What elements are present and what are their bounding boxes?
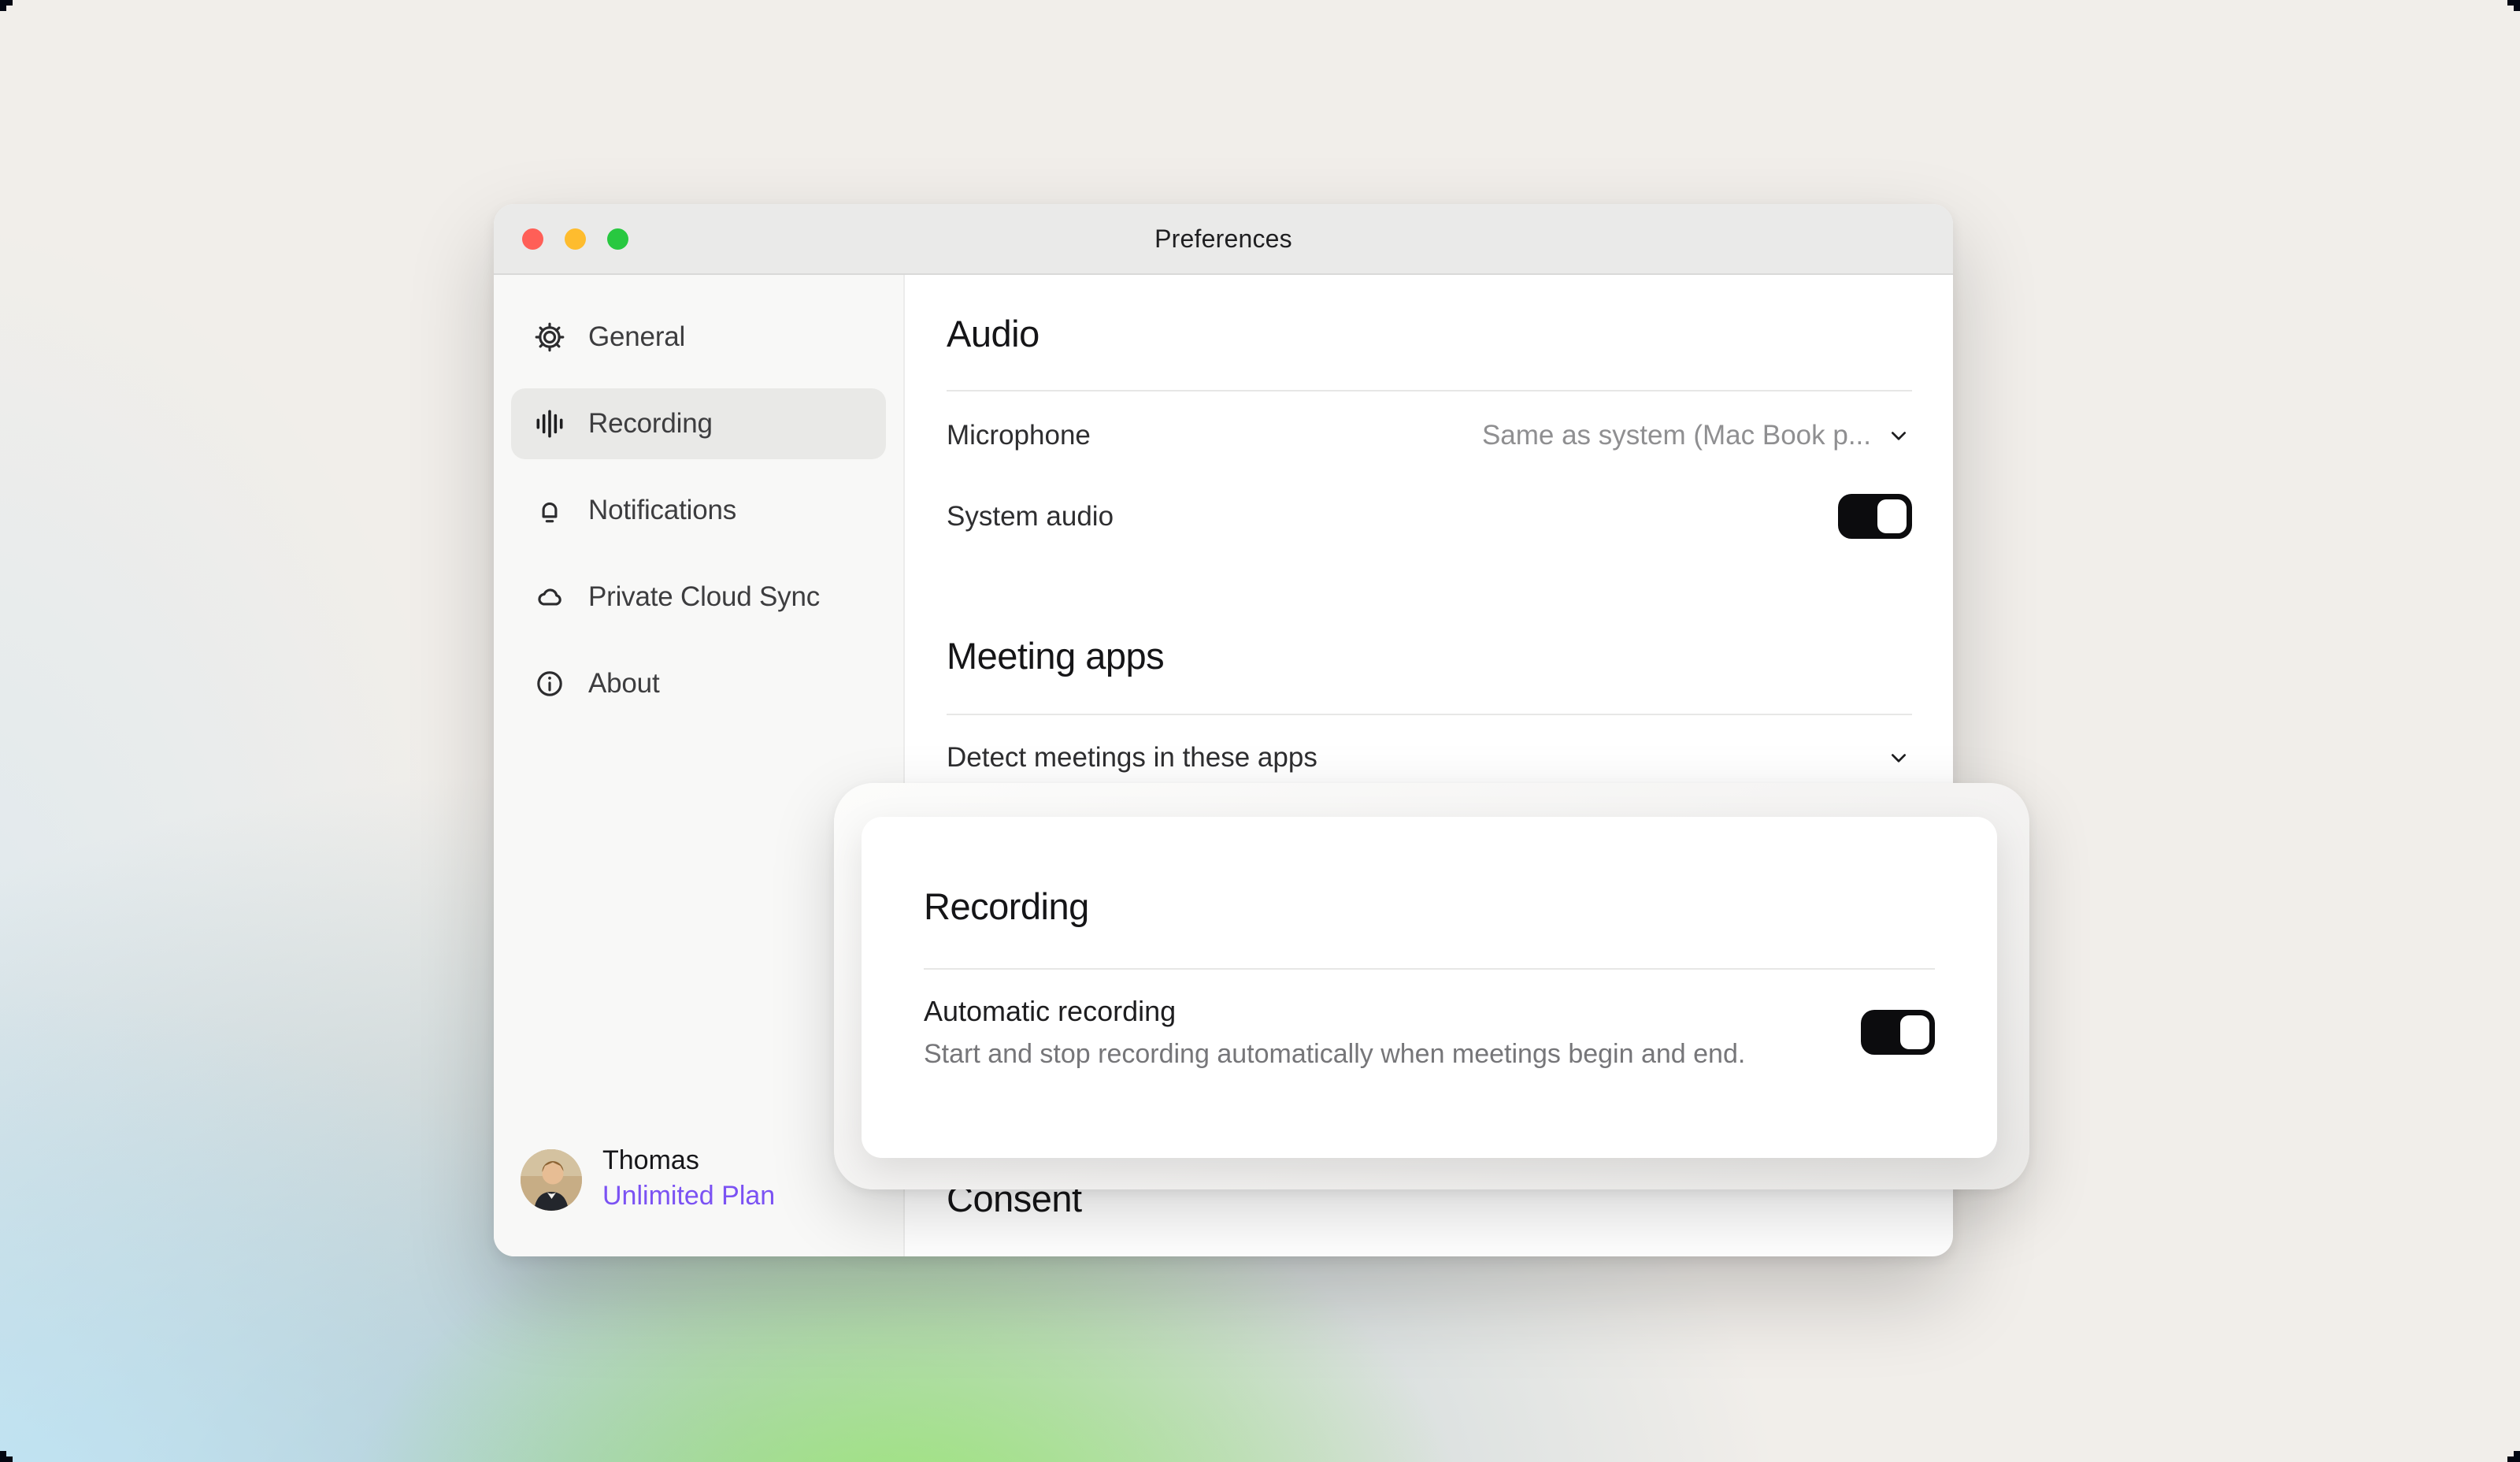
section-title-meeting-apps: Meeting apps (947, 632, 1912, 681)
desktop-background: Preferences (0, 0, 2520, 1462)
bell-icon (533, 494, 566, 527)
recording-popup-card: Recording Automatic recording Start and … (862, 817, 1997, 1158)
sidebar-item-recording[interactable]: Recording (511, 388, 886, 459)
detect-meetings-label: Detect meetings in these apps (947, 742, 1317, 774)
automatic-recording-label: Automatic recording (924, 995, 1745, 1028)
sidebar-item-about[interactable]: About (511, 648, 886, 719)
microphone-label: Microphone (947, 420, 1091, 451)
user-plan-link[interactable]: Unlimited Plan (602, 1177, 775, 1215)
microphone-row: Microphone Same as system (Mac Book p... (947, 391, 1912, 473)
sidebar-item-label: Notifications (588, 495, 736, 526)
microphone-dropdown[interactable]: Same as system (Mac Book p... (1482, 420, 1912, 451)
gear-icon (533, 321, 566, 354)
corner-mark (2507, 0, 2520, 11)
toggle-knob (1900, 1015, 1929, 1049)
waveform-icon (533, 407, 566, 440)
section-title-audio: Audio (947, 310, 1912, 358)
sidebar-item-label: General (588, 321, 685, 353)
divider (924, 968, 1935, 970)
automatic-recording-row: Automatic recording Start and stop recor… (924, 995, 1935, 1070)
sidebar-item-label: Recording (588, 408, 713, 440)
system-audio-row: System audio (947, 473, 1912, 562)
popup-title: Recording (924, 883, 1935, 930)
chevron-down-icon (1885, 422, 1912, 449)
corner-mark (0, 0, 13, 11)
toggle-knob (1877, 499, 1907, 533)
sidebar-item-notifications[interactable]: Notifications (511, 475, 886, 546)
corner-mark (0, 1451, 13, 1462)
chevron-down-icon (1885, 744, 1912, 771)
sidebar-item-private-cloud-sync[interactable]: Private Cloud Sync (511, 562, 886, 633)
sidebar-item-general[interactable]: General (511, 302, 886, 373)
automatic-recording-description: Start and stop recording automatically w… (924, 1039, 1745, 1070)
info-icon (533, 667, 566, 700)
sidebar-item-label: Private Cloud Sync (588, 581, 820, 613)
user-name: Thomas (602, 1145, 775, 1177)
corner-mark (2507, 1451, 2520, 1462)
user-block[interactable]: Thomas Unlimited Plan (521, 1145, 775, 1215)
avatar (521, 1149, 582, 1211)
cloud-icon (533, 581, 566, 614)
recording-popup-glow: Recording Automatic recording Start and … (834, 783, 2029, 1189)
sidebar-item-label: About (588, 668, 659, 699)
titlebar[interactable]: Preferences (494, 204, 1953, 275)
system-audio-label: System audio (947, 501, 1114, 532)
microphone-value: Same as system (Mac Book p... (1482, 420, 1871, 451)
automatic-recording-toggle[interactable] (1861, 1010, 1935, 1055)
window-title: Preferences (494, 224, 1953, 254)
system-audio-toggle[interactable] (1838, 494, 1912, 539)
